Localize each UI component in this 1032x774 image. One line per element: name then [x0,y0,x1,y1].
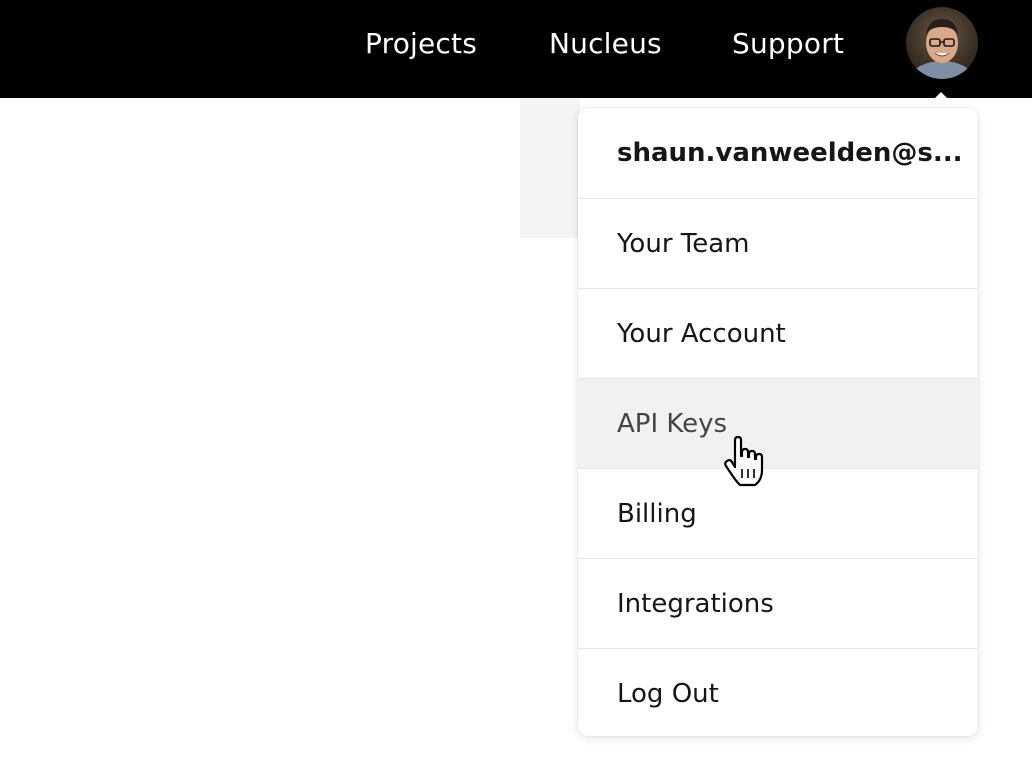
menu-item-your-account[interactable]: Your Account [578,288,978,378]
nav-link-nucleus[interactable]: Nucleus [549,24,662,64]
user-dropdown-menu: shaun.vanweelden@s... Your Team Your Acc… [578,108,978,736]
user-email: shaun.vanweelden@s... [617,138,963,168]
nav-link-projects[interactable]: Projects [365,24,477,64]
hand-pointer-cursor-icon [724,436,764,487]
menu-item-billing[interactable]: Billing [578,468,978,558]
background-panel [520,98,580,238]
menu-item-api-keys[interactable]: API Keys [578,378,978,468]
menu-item-your-team[interactable]: Your Team [578,198,978,288]
dropdown-caret [932,92,950,101]
user-avatar-icon [912,19,972,79]
top-navigation-bar: Projects Nucleus Support [0,0,1032,98]
menu-item-integrations[interactable]: Integrations [578,558,978,648]
user-avatar-button[interactable] [906,7,978,79]
nav-link-support[interactable]: Support [732,24,844,64]
menu-item-log-out[interactable]: Log Out [578,648,978,736]
